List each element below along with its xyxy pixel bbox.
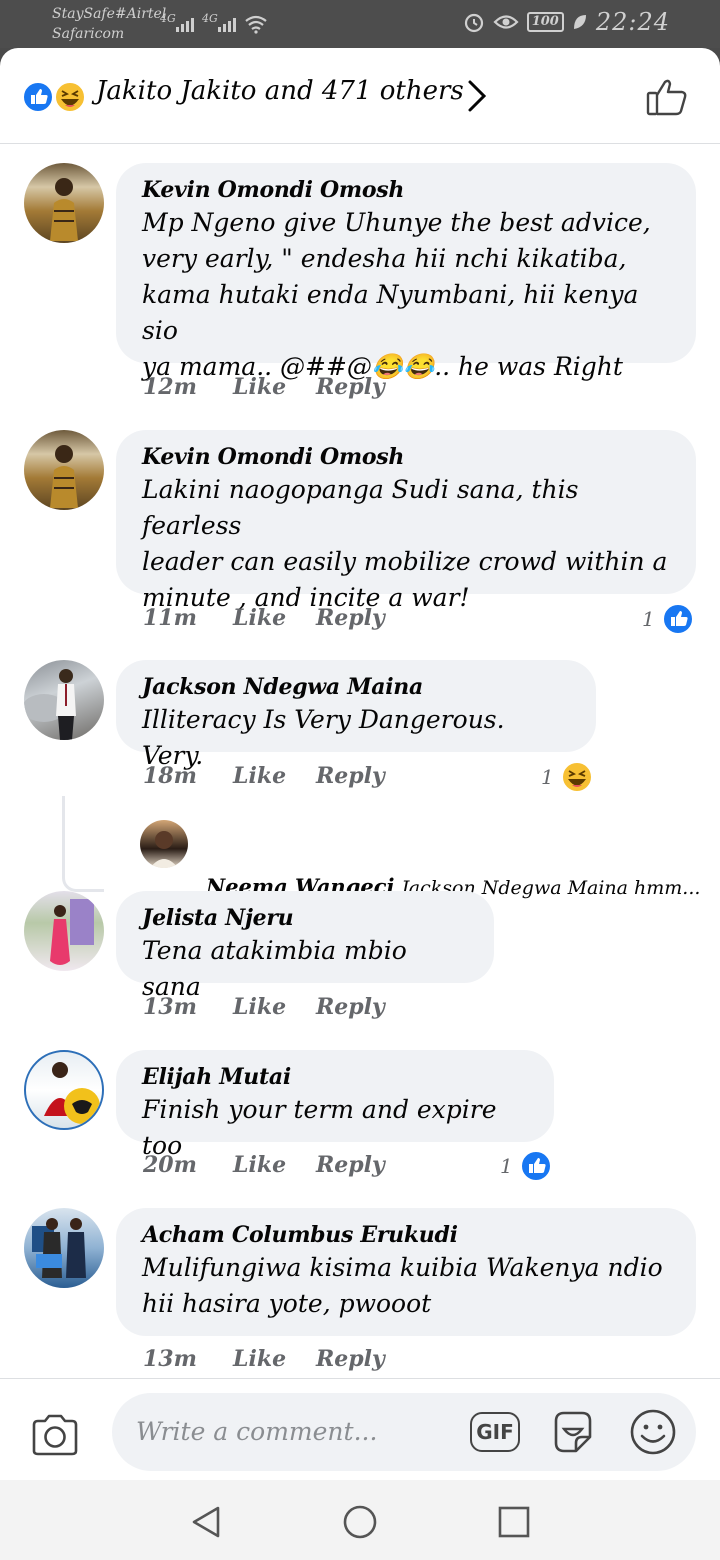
reaction-count[interactable]: 1	[541, 760, 594, 794]
comment-text-line: Mp Ngeno give Uhunye the best advice,	[142, 208, 651, 237]
comment-bubble[interactable]: Jackson Ndegwa Maina Illiteracy Is Very …	[116, 660, 596, 770]
comment-author[interactable]: Acham Columbus Erukudi	[142, 1220, 670, 1250]
reaction-count[interactable]: 1	[500, 1149, 553, 1183]
comment-composer: GIF	[0, 1378, 720, 1480]
comment-actions: 20m Like Reply	[143, 1152, 385, 1178]
camera-icon[interactable]	[30, 1413, 80, 1457]
reply-button[interactable]: Reply	[316, 994, 385, 1020]
like-reaction-icon	[661, 603, 694, 635]
like-button[interactable]: Like	[233, 1152, 316, 1178]
comment-actions: 13m Like Reply	[143, 994, 385, 1020]
comment-author[interactable]: Kevin Omondi Omosh	[142, 442, 670, 472]
comment-author[interactable]: Jackson Ndegwa Maina	[142, 672, 570, 702]
reaction-count[interactable]: 1	[642, 602, 695, 636]
like-reaction-icon	[519, 1150, 552, 1182]
comment-text-line: leader can easily mobilize crowd within …	[142, 547, 668, 576]
network-type-1: 4G	[160, 12, 176, 25]
network-type-2: 4G	[202, 12, 218, 25]
comment-time: 11m	[143, 605, 197, 631]
status-right: 100 22:24	[463, 8, 670, 36]
comment-time: 12m	[143, 374, 197, 400]
wifi-icon	[245, 15, 267, 34]
avatar[interactable]	[24, 891, 104, 971]
sticker-icon[interactable]	[548, 1407, 598, 1457]
comment-actions: 12m Like Reply	[143, 374, 385, 400]
comment-text-line: Lakini naogopanga Sudi sana, this fearle…	[142, 475, 579, 540]
reply-avatar[interactable]	[140, 820, 188, 868]
comment-actions: 13m Like Reply	[143, 1346, 385, 1372]
clock: 22:24	[595, 8, 670, 36]
comment-text-line: kama hutaki enda Nyumbani, hii kenya sio	[142, 280, 639, 345]
reactions-header[interactable]: Jakito Jakito and 471 others	[0, 48, 720, 144]
avatar[interactable]	[24, 660, 104, 740]
comment-author[interactable]: Jelista Njeru	[142, 903, 468, 933]
reaction-count-number: 1	[500, 1154, 513, 1178]
comment-author[interactable]: Kevin Omondi Omosh	[142, 175, 670, 205]
comment-time: 13m	[143, 1346, 197, 1372]
comment-author[interactable]: Elijah Mutai	[142, 1062, 528, 1092]
comment-input[interactable]	[136, 1411, 456, 1451]
reply-button[interactable]: Reply	[316, 1152, 385, 1178]
comment-bubble[interactable]: Elijah Mutai Finish your term and expire…	[116, 1050, 554, 1160]
reaction-count-number: 1	[642, 607, 655, 631]
thumbs-up-outline-icon[interactable]	[645, 76, 689, 118]
like-reaction-icon	[22, 81, 54, 113]
battery-indicator: 100	[526, 12, 564, 32]
carrier-names: StaySafe#Airtel Safaricom	[52, 4, 166, 44]
reply-thread-line	[62, 796, 104, 892]
comment-time: 13m	[143, 994, 197, 1020]
avatar[interactable]	[24, 1050, 104, 1130]
like-button[interactable]: Like	[233, 763, 316, 789]
likers-text[interactable]: Jakito Jakito and 471 others	[96, 76, 464, 106]
comment-bubble[interactable]: Kevin Omondi Omosh Lakini naogopanga Sud…	[116, 430, 696, 612]
avatar[interactable]	[24, 1208, 104, 1288]
comment-bubble[interactable]: Kevin Omondi Omosh Mp Ngeno give Uhunye …	[116, 163, 696, 381]
comment-actions: 11m Like Reply	[143, 605, 385, 631]
home-circle-icon[interactable]	[342, 1504, 378, 1540]
back-triangle-icon[interactable]	[188, 1504, 224, 1540]
system-nav-bar	[0, 1480, 720, 1560]
comment-bubble[interactable]: Jelista Njeru Tena atakimbia mbio sana	[116, 891, 494, 1001]
reply-button[interactable]: Reply	[316, 763, 385, 789]
comment-text-line: very early, " endesha hii nchi kikatiba,	[142, 244, 627, 273]
reaction-icons	[22, 81, 86, 113]
status-bar: StaySafe#Airtel Safaricom 4G 4G 100 22:2…	[0, 0, 720, 48]
comment-actions: 18m Like Reply	[143, 763, 385, 789]
comment-time: 20m	[143, 1152, 197, 1178]
signal-icon-2	[218, 14, 236, 32]
carrier-2: Safaricom	[52, 26, 125, 42]
like-button[interactable]: Like	[233, 994, 316, 1020]
comment-bubble[interactable]: Acham Columbus Erukudi Mulifungiwa kisim…	[116, 1208, 696, 1336]
comments-sheet: Jakito Jakito and 471 others Kevin Omond…	[0, 48, 720, 1480]
chevron-right-icon[interactable]	[466, 78, 488, 114]
like-button[interactable]: Like	[233, 605, 316, 631]
eye-comfort-icon	[493, 15, 519, 29]
gif-button[interactable]: GIF	[470, 1412, 520, 1452]
carrier-1: StaySafe#Airtel	[52, 6, 167, 22]
alarm-icon	[464, 13, 483, 33]
signal-icon-1	[176, 14, 194, 32]
emoji-icon[interactable]	[628, 1407, 678, 1457]
comment-time: 18m	[143, 763, 197, 789]
like-button[interactable]: Like	[233, 1346, 316, 1372]
comment-text-line: hii hasira yote, pwooot	[142, 1289, 432, 1318]
recents-square-icon[interactable]	[496, 1504, 532, 1540]
comment-text-line: Mulifungiwa kisima kuibia Wakenya ndio	[142, 1253, 663, 1282]
comment-input-pill[interactable]: GIF	[112, 1393, 696, 1471]
like-button[interactable]: Like	[233, 374, 316, 400]
reaction-count-number: 1	[541, 765, 554, 789]
reply-button[interactable]: Reply	[316, 374, 385, 400]
haha-reaction-icon	[54, 81, 86, 113]
leaf-icon	[573, 15, 586, 29]
avatar[interactable]	[24, 430, 104, 510]
haha-reaction-icon	[560, 761, 593, 793]
reply-button[interactable]: Reply	[316, 1346, 385, 1372]
avatar[interactable]	[24, 163, 104, 243]
reply-button[interactable]: Reply	[316, 605, 385, 631]
